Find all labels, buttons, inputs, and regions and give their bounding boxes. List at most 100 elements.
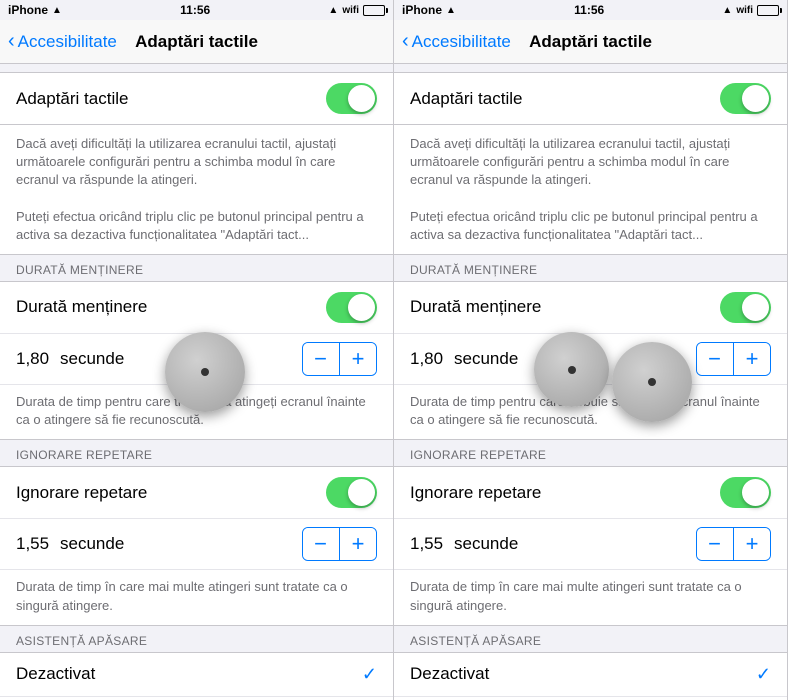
description-box-right: Dacă aveți dificultăți la utilizarea ecr… [394, 125, 787, 255]
ignore-toggle-row-right: Ignorare repetare [394, 467, 787, 519]
battery-icon-left [363, 5, 385, 16]
right-panel: iPhone ▲ 11:56 ▲ wifi ‹ Accesibilitate A… [394, 0, 788, 700]
hold-minus-btn-right[interactable]: − [697, 343, 733, 375]
ignore-toggle-switch-left[interactable] [326, 477, 377, 508]
dial-overlay-right-1 [534, 332, 609, 407]
ignore-repeat-header-right: IGNORARE REPETARE [394, 440, 787, 466]
ignore-toggle-label-left: Ignorare repetare [16, 483, 147, 503]
ignore-toggle-row-left: Ignorare repetare [0, 467, 393, 519]
hold-duration-header-left: DURATĂ MENȚINERE [0, 255, 393, 281]
ignore-desc-left: Durata de timp în care mai multe atinger… [0, 570, 393, 624]
description-text2-right: Puteți efectua oricând triplu clic pe bu… [410, 208, 771, 244]
hold-stepper-controls-left: − + [302, 342, 378, 376]
main-toggle-section-right: Adaptări tactile [394, 72, 787, 125]
wifi-icon-left: ▲ [52, 5, 62, 16]
main-toggle-label-left: Adaptări tactile [16, 89, 128, 109]
checkmark-dezactivat-left: ✓ [362, 664, 377, 685]
wifi-icon2-left: wifi [342, 5, 359, 16]
ignore-value-left: 1,55 [16, 534, 56, 554]
ignore-value-right: 1,55 [410, 534, 450, 554]
back-label-right: Accesibilitate [412, 32, 511, 52]
hold-toggle-switch-right[interactable] [720, 292, 771, 323]
content-right: Adaptări tactile Dacă aveți dificultăți … [394, 64, 787, 700]
page-title-left: Adaptări tactile [135, 32, 258, 52]
back-button-right[interactable]: ‹ Accesibilitate [402, 32, 511, 52]
ignore-stepper-controls-right: − + [696, 527, 772, 561]
list-label-dezactivat-right: Dezactivat [410, 664, 489, 684]
hold-toggle-switch-left[interactable] [326, 292, 377, 323]
hold-stepper-controls-right: − + [696, 342, 772, 376]
assistive-section-left: Dezactivat ✓ Utilizați poziția Apăsare i… [0, 652, 393, 700]
battery-icon-right [757, 5, 779, 16]
ignore-repeat-header-left: IGNORARE REPETARE [0, 440, 393, 466]
chevron-left-icon-left: ‹ [8, 31, 15, 51]
hold-plus-btn-right[interactable]: + [734, 343, 770, 375]
dial-dot-right-2 [648, 378, 656, 386]
signal-icon-right: ▲ [722, 5, 732, 16]
wifi-icon2-right: wifi [736, 5, 753, 16]
carrier-name-left: iPhone [8, 3, 48, 17]
nav-bar-right: ‹ Accesibilitate Adaptări tactile [394, 20, 787, 64]
hold-value-left: 1,80 [16, 349, 56, 369]
ignore-desc-right: Durata de timp în care mai multe atinger… [394, 570, 787, 624]
ignore-repeat-section-left: Ignorare repetare 1,55 secunde − + Durat… [0, 466, 393, 625]
ignore-unit-right: secunde [454, 534, 518, 554]
description-box-left: Dacă aveți dificultăți la utilizarea ecr… [0, 125, 393, 255]
main-toggle-switch-left[interactable] [326, 83, 377, 114]
page-title-right: Adaptări tactile [529, 32, 652, 52]
wifi-icon-right: ▲ [446, 5, 456, 16]
ignore-plus-btn-left[interactable]: + [340, 528, 376, 560]
dial-dot-left [201, 368, 209, 376]
hold-toggle-row-left: Durată menținere [0, 282, 393, 334]
status-bar-left: iPhone ▲ 11:56 ▲ wifi [0, 0, 393, 20]
ignore-unit-left: secunde [60, 534, 124, 554]
nav-bar-left: ‹ Accesibilitate Adaptări tactile [0, 20, 393, 64]
hold-plus-btn-left[interactable]: + [340, 343, 376, 375]
ignore-minus-btn-left[interactable]: − [303, 528, 339, 560]
main-toggle-row-left: Adaptări tactile [0, 73, 393, 124]
description-text-right: Dacă aveți dificultăți la utilizarea ecr… [410, 135, 771, 190]
hold-toggle-label-left: Durată menținere [16, 297, 147, 317]
description-text2-left: Puteți efectua oricând triplu clic pe bu… [16, 208, 377, 244]
chevron-left-icon-right: ‹ [402, 31, 409, 51]
hold-value-right: 1,80 [410, 349, 450, 369]
hold-toggle-row-right: Durată menținere [394, 282, 787, 334]
dial-overlay-right-2 [612, 342, 692, 422]
assistive-header-right: ASISTENȚĂ APĂSARE [394, 626, 787, 652]
ignore-plus-btn-right[interactable]: + [734, 528, 770, 560]
list-item-dezactivat-right[interactable]: Dezactivat ✓ [394, 653, 787, 697]
ignore-stepper-row-left: 1,55 secunde − + [0, 519, 393, 570]
ignore-minus-btn-right[interactable]: − [697, 528, 733, 560]
signal-icon-left: ▲ [328, 5, 338, 16]
back-label-left: Accesibilitate [18, 32, 117, 52]
content-left: Adaptări tactile Dacă aveți dificultăți … [0, 64, 393, 700]
status-bar-right: iPhone ▲ 11:56 ▲ wifi [394, 0, 787, 20]
checkmark-dezactivat-right: ✓ [756, 664, 771, 685]
ignore-stepper-row-right: 1,55 secunde − + [394, 519, 787, 570]
ignore-toggle-label-right: Ignorare repetare [410, 483, 541, 503]
time-left: 11:56 [180, 3, 210, 17]
assistive-header-left: ASISTENȚĂ APĂSARE [0, 626, 393, 652]
assistive-section-right: Dezactivat ✓ Utilizați poziția Apăsare i… [394, 652, 787, 700]
main-toggle-row-right: Adaptări tactile [394, 73, 787, 124]
dial-dot-right-1 [568, 366, 576, 374]
hold-duration-header-right: DURATĂ MENȚINERE [394, 255, 787, 281]
back-button-left[interactable]: ‹ Accesibilitate [8, 32, 117, 52]
list-label-dezactivat-left: Dezactivat [16, 664, 95, 684]
left-panel: iPhone ▲ 11:56 ▲ wifi ‹ Accesibilitate A… [0, 0, 394, 700]
dial-overlay-left [165, 332, 245, 412]
carrier-name-right: iPhone [402, 3, 442, 17]
main-toggle-section-left: Adaptări tactile [0, 72, 393, 125]
ignore-repeat-section-right: Ignorare repetare 1,55 secunde − + Durat… [394, 466, 787, 625]
hold-minus-btn-left[interactable]: − [303, 343, 339, 375]
time-right: 11:56 [574, 3, 604, 17]
hold-unit-right: secunde [454, 349, 518, 369]
main-toggle-label-right: Adaptări tactile [410, 89, 522, 109]
hold-unit-left: secunde [60, 349, 124, 369]
main-toggle-switch-right[interactable] [720, 83, 771, 114]
ignore-stepper-controls-left: − + [302, 527, 378, 561]
list-item-dezactivat-left[interactable]: Dezactivat ✓ [0, 653, 393, 697]
ignore-toggle-switch-right[interactable] [720, 477, 771, 508]
description-text-left: Dacă aveți dificultăți la utilizarea ecr… [16, 135, 377, 190]
hold-toggle-label-right: Durată menținere [410, 297, 541, 317]
